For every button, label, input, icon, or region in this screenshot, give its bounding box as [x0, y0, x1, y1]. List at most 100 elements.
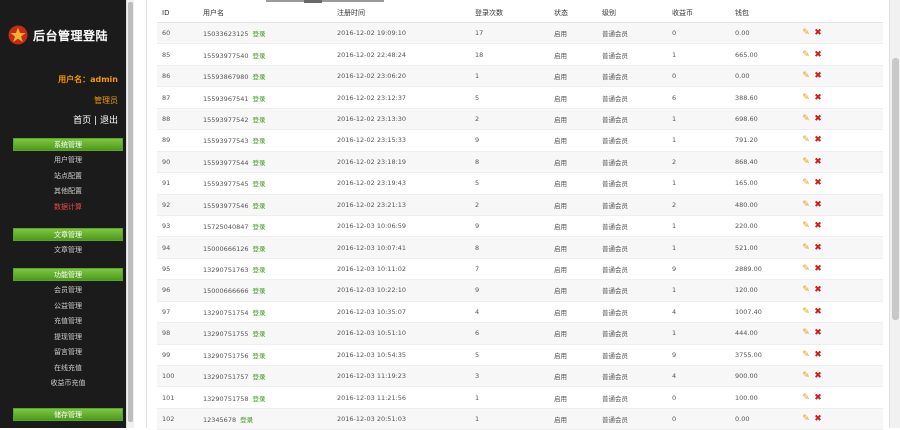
home-link[interactable]: 首页 — [73, 116, 91, 126]
sidebar-item[interactable]: 留言管理 — [13, 345, 123, 359]
cell-actions: ✎ ✖ — [800, 365, 883, 388]
sidebar-item[interactable]: 公益管理 — [13, 299, 123, 313]
delete-x-icon[interactable]: ✖ — [812, 350, 824, 360]
delete-x-icon[interactable]: ✖ — [812, 50, 824, 60]
sidebar-item[interactable]: 用户管理 — [13, 153, 123, 167]
login-as-link[interactable]: 登录 — [253, 245, 266, 253]
sidebar-item[interactable]: 收益币充值 — [13, 376, 123, 390]
pencil-icon[interactable]: ✎ — [800, 243, 812, 253]
delete-x-icon[interactable]: ✖ — [812, 157, 824, 167]
sidebar-section-header[interactable]: 文章管理 — [13, 228, 123, 241]
login-as-link[interactable]: 登录 — [253, 180, 266, 188]
pencil-icon[interactable]: ✎ — [800, 28, 812, 38]
sidebar-item[interactable]: 在线充值 — [13, 361, 123, 375]
pencil-icon[interactable]: ✎ — [800, 414, 812, 424]
pencil-icon[interactable]: ✎ — [800, 393, 812, 403]
sidebar-scroll-thumb[interactable] — [128, 2, 133, 422]
sidebar-section-header[interactable]: 储存管理 — [13, 408, 123, 421]
sidebar-section-header[interactable]: 功能管理 — [13, 268, 123, 281]
login-as-link[interactable]: 登录 — [253, 330, 266, 338]
delete-x-icon[interactable]: ✖ — [812, 135, 824, 145]
cell-register-time: 2016-12-03 10:11:02 — [337, 258, 475, 281]
pencil-icon[interactable]: ✎ — [800, 264, 812, 274]
login-as-link[interactable]: 登录 — [253, 373, 266, 381]
pencil-icon[interactable]: ✎ — [800, 114, 812, 124]
sidebar-section-header[interactable]: 系统管理 — [13, 138, 123, 151]
table-row: 91 15593977545 登录 2016-12-02 23:19:43 5 启用 普通会… — [157, 172, 883, 195]
sidebar-item[interactable]: 其他配置 — [13, 184, 123, 198]
cell-login-count: 9 — [475, 215, 554, 238]
pencil-icon[interactable]: ✎ — [800, 93, 812, 103]
login-as-link[interactable]: 登录 — [253, 352, 266, 360]
divider — [146, 0, 147, 428]
cell-username: 15593977543 登录 — [203, 129, 337, 152]
delete-x-icon[interactable]: ✖ — [812, 114, 824, 124]
delete-x-icon[interactable]: ✖ — [812, 307, 824, 317]
pencil-icon[interactable]: ✎ — [800, 50, 812, 60]
delete-x-icon[interactable]: ✖ — [812, 93, 824, 103]
sidebar-item[interactable]: 站点配置 — [13, 169, 123, 183]
login-as-link[interactable]: 登录 — [240, 416, 253, 424]
delete-x-icon[interactable]: ✖ — [812, 393, 824, 403]
page-scrollbar[interactable] — [889, 0, 900, 428]
login-as-link[interactable]: 登录 — [253, 73, 266, 81]
username-text: 15593977545 — [203, 180, 249, 189]
cell-register-time: 2016-12-02 23:06:20 — [337, 65, 475, 88]
login-as-link[interactable]: 登录 — [253, 116, 266, 124]
cell-level: 普通会员 — [602, 194, 672, 216]
pencil-icon[interactable]: ✎ — [800, 157, 812, 167]
cell-level: 普通会员 — [602, 258, 672, 281]
login-as-link[interactable]: 登录 — [253, 159, 266, 167]
login-as-link[interactable]: 登录 — [253, 202, 266, 210]
login-as-link[interactable]: 登录 — [253, 223, 266, 231]
cell-username: 15593867980 登录 — [203, 65, 337, 88]
sidebar-item[interactable]: 充值管理 — [13, 314, 123, 328]
sidebar-item[interactable]: 文章管理 — [13, 243, 123, 257]
pencil-icon[interactable]: ✎ — [800, 371, 812, 381]
cell-level: 普通会员 — [602, 65, 672, 88]
sidebar-item[interactable]: 数据计算 — [13, 200, 123, 214]
login-as-link[interactable]: 登录 — [253, 95, 266, 103]
login-as-link[interactable]: 登录 — [253, 395, 266, 403]
pencil-icon[interactable]: ✎ — [800, 285, 812, 295]
cell-level: 普通会员 — [602, 365, 672, 388]
logout-link[interactable]: 退出 — [100, 116, 118, 126]
delete-x-icon[interactable]: ✖ — [812, 221, 824, 231]
delete-x-icon[interactable]: ✖ — [812, 328, 824, 338]
login-as-link[interactable]: 登录 — [253, 287, 266, 295]
pencil-icon[interactable]: ✎ — [800, 200, 812, 210]
login-as-link[interactable]: 登录 — [253, 309, 266, 317]
login-as-link[interactable]: 登录 — [253, 52, 266, 60]
pencil-icon[interactable]: ✎ — [800, 71, 812, 81]
cell-wallet: 220.00 — [735, 215, 800, 238]
table-row: 99 13290751756 登录 2016-12-03 10:54:35 5 启用 普通会… — [157, 344, 883, 367]
pencil-icon[interactable]: ✎ — [800, 221, 812, 231]
delete-x-icon[interactable]: ✖ — [812, 71, 824, 81]
login-as-link[interactable]: 登录 — [253, 266, 266, 274]
pencil-icon[interactable]: ✎ — [800, 328, 812, 338]
delete-x-icon[interactable]: ✖ — [812, 264, 824, 274]
sidebar-scrollbar[interactable] — [126, 0, 134, 428]
delete-x-icon[interactable]: ✖ — [812, 178, 824, 188]
delete-x-icon[interactable]: ✖ — [812, 200, 824, 210]
table-row: 100 13290751757 登录 2016-12-03 11:19:23 3 启用 普通… — [157, 365, 883, 388]
cell-login-count: 2 — [475, 194, 554, 216]
delete-x-icon[interactable]: ✖ — [812, 28, 824, 38]
sidebar-item[interactable]: 会员管理 — [13, 283, 123, 297]
pencil-icon[interactable]: ✎ — [800, 178, 812, 188]
login-as-link[interactable]: 登录 — [253, 30, 266, 38]
username-text: 15593977540 — [203, 51, 249, 60]
pencil-icon[interactable]: ✎ — [800, 350, 812, 360]
delete-x-icon[interactable]: ✖ — [812, 243, 824, 253]
pencil-icon[interactable]: ✎ — [800, 307, 812, 317]
login-as-link[interactable]: 登录 — [253, 137, 266, 145]
delete-x-icon[interactable]: ✖ — [812, 285, 824, 295]
delete-x-icon[interactable]: ✖ — [812, 414, 824, 424]
star-logo-icon — [8, 25, 28, 45]
cell-username: 15593977546 登录 — [203, 194, 337, 216]
pencil-icon[interactable]: ✎ — [800, 135, 812, 145]
page-scroll-thumb[interactable] — [892, 58, 899, 320]
delete-x-icon[interactable]: ✖ — [812, 371, 824, 381]
cell-wallet: 1007.40 — [735, 301, 800, 324]
sidebar-item[interactable]: 提现管理 — [13, 330, 123, 344]
